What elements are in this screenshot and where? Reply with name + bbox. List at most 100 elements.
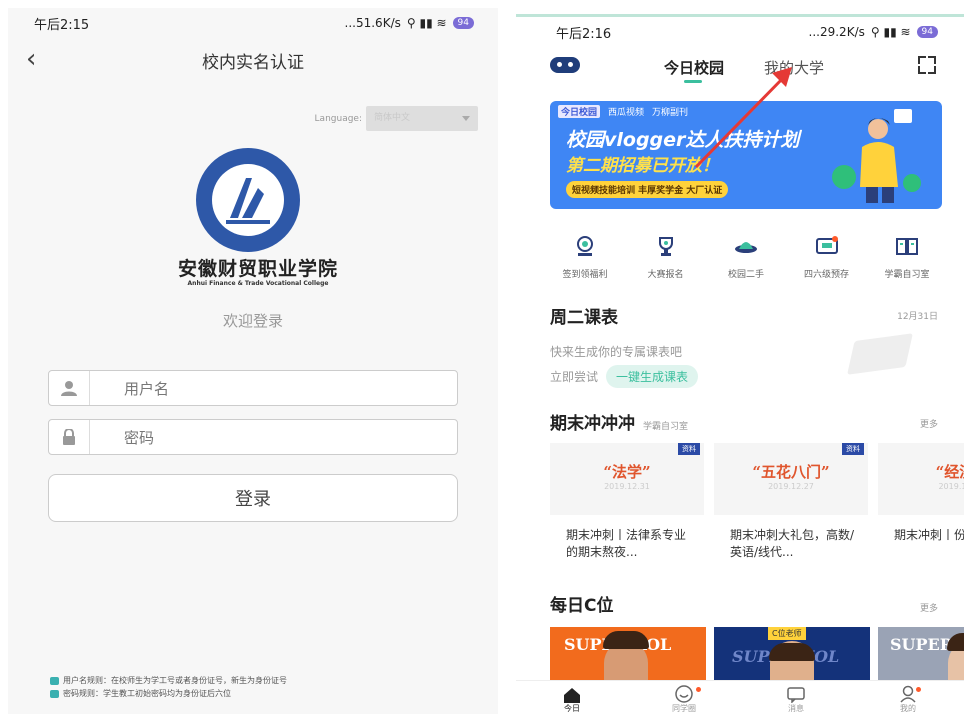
info-icon bbox=[50, 676, 59, 685]
exam-card[interactable]: 资料 “五花八门” 2019.12.27 期末冲刺大礼包，高数/英语/线代... bbox=[714, 443, 868, 569]
lock-icon bbox=[49, 420, 90, 454]
college-name-cn: 安徽财贸职业学院 bbox=[177, 258, 338, 280]
annotation-arrow bbox=[694, 67, 792, 169]
trophy-icon bbox=[627, 233, 705, 259]
card-description: 期末冲刺大礼包，高数/英语/线代... bbox=[730, 528, 855, 559]
battery-icon: 94 bbox=[452, 17, 474, 29]
tab-label: 我的 bbox=[900, 704, 916, 713]
checkin-icon bbox=[546, 233, 624, 259]
banner-tagline: 短视频技能培训 丰厚奖学金 大厂认证 bbox=[566, 181, 729, 198]
schedule-illustration bbox=[847, 333, 913, 375]
screen-icon bbox=[788, 233, 866, 259]
profile-icon bbox=[852, 681, 964, 703]
language-select[interactable]: 简体中文 bbox=[366, 106, 478, 131]
banner-brand: 西瓜视频 bbox=[608, 108, 645, 118]
card-date: 2019.12.27 bbox=[768, 482, 814, 491]
generate-schedule-button[interactable]: 一键生成课表 bbox=[606, 365, 699, 388]
quick-secondhand[interactable]: 校园二手 bbox=[707, 233, 785, 280]
tab-classmates[interactable]: 同学圈 bbox=[628, 681, 740, 721]
battery-icon: 94 bbox=[916, 26, 938, 38]
video-label: SUPER bbox=[890, 635, 954, 654]
back-arrow-icon[interactable]: ‹ bbox=[26, 44, 36, 74]
quick-icons: 签到领福利 大赛报名 校园二手 四六级预存 学霸自习室 bbox=[546, 233, 946, 280]
campus-home-screen: 午后2:16 ...29.2K/s ⚲ ▮▮ ≋ 94 今日校园 我的大学 今日… bbox=[516, 14, 964, 721]
login-button[interactable]: 登录 bbox=[48, 474, 458, 522]
quick-label: 四六级预存 bbox=[803, 270, 849, 280]
exam-card[interactable]: 资料 “经济 2019.12 期末冲刺丨份资料，经 bbox=[878, 443, 964, 569]
screen-divider bbox=[500, 0, 514, 718]
user-icon bbox=[49, 371, 90, 405]
language-selector-row: Language: 简体中文 bbox=[315, 106, 478, 131]
card-tag: 资料 bbox=[678, 443, 700, 455]
card-tag: 资料 bbox=[842, 443, 864, 455]
logo-emblem bbox=[196, 148, 300, 252]
quick-label: 签到领福利 bbox=[562, 270, 608, 280]
card-description: 期末冲刺丨份资料，经 bbox=[894, 528, 964, 542]
home-icon bbox=[516, 681, 628, 703]
college-name-en: Anhui Finance & Trade Vocational College bbox=[187, 280, 329, 287]
quick-label: 大赛报名 bbox=[647, 270, 684, 280]
tab-profile[interactable]: 我的 bbox=[852, 681, 964, 721]
schedule-hint: 快来生成你的专属课表吧 bbox=[550, 345, 683, 359]
password-rule: 密码规则：学生教工初始密码均为身份证后六位 bbox=[63, 689, 231, 698]
status-bar: 午后2:16 ...29.2K/s ⚲ ▮▮ ≋ 94 bbox=[516, 17, 964, 47]
card-title: “经济 bbox=[935, 463, 964, 481]
daily-c-title: 每日C位 bbox=[550, 596, 614, 616]
schedule-title: 周二课表 bbox=[550, 308, 618, 328]
username-rule: 用户名规则：在校师生为学工号或者身份证号，新生为身份证号 bbox=[63, 676, 287, 685]
chevron-down-icon bbox=[462, 116, 470, 121]
tab-label: 同学圈 bbox=[672, 704, 696, 713]
quick-cet[interactable]: 四六级预存 bbox=[788, 233, 866, 280]
scan-icon[interactable] bbox=[918, 56, 936, 74]
vlogger-illustration bbox=[832, 109, 921, 203]
username-field[interactable]: 用户名 bbox=[48, 370, 458, 406]
network-speed: ...29.2K/s bbox=[808, 25, 865, 39]
exam-cards: 资料 “法学” 2019.12.31 期末冲刺丨法律系专业的期末熬夜... 资料… bbox=[550, 443, 964, 569]
page-title: 校内实名认证 bbox=[202, 52, 304, 73]
language-label: Language: bbox=[314, 113, 362, 124]
info-icon bbox=[50, 689, 59, 698]
quick-study-room[interactable]: 学霸自习室 bbox=[868, 233, 946, 280]
status-time: 午后2:16 bbox=[556, 26, 612, 42]
smile-icon bbox=[628, 681, 740, 703]
exam-card[interactable]: 资料 “法学” 2019.12.31 期末冲刺丨法律系专业的期末熬夜... bbox=[550, 443, 704, 569]
quick-label: 学霸自习室 bbox=[884, 270, 930, 280]
password-placeholder: 密码 bbox=[124, 428, 155, 447]
login-screen: 午后2:15 ...51.6K/s ⚲ ▮▮ ≋ 94 ‹ 校内实名认证 Lan… bbox=[8, 8, 498, 714]
tab-label: 消息 bbox=[788, 704, 804, 713]
card-description: 期末冲刺丨法律系专业的期末熬夜... bbox=[566, 528, 687, 559]
exam-section-subtitle: 学霸自习室 bbox=[643, 422, 689, 432]
try-now-label: 立即尝试 bbox=[550, 370, 599, 384]
quick-checkin[interactable]: 签到领福利 bbox=[546, 233, 624, 280]
username-placeholder: 用户名 bbox=[124, 379, 170, 398]
bottom-tab-bar: 今日 同学圈 消息 我的 bbox=[516, 680, 964, 721]
exam-section-title: 期末冲冲冲 学霸自习室 bbox=[550, 414, 689, 434]
exam-more-link[interactable]: 更多 bbox=[920, 417, 938, 430]
password-field[interactable]: 密码 bbox=[48, 419, 458, 455]
banner-brand: 今日校园 bbox=[558, 105, 601, 118]
daily-more-link[interactable]: 更多 bbox=[920, 601, 938, 614]
tab-messages[interactable]: 消息 bbox=[740, 681, 852, 721]
robot-assistant-icon[interactable] bbox=[550, 57, 580, 73]
notification-dot bbox=[916, 687, 921, 692]
status-time: 午后2:15 bbox=[34, 17, 90, 33]
quick-contest[interactable]: 大赛报名 bbox=[627, 233, 705, 280]
language-value: 简体中文 bbox=[374, 113, 411, 123]
book-icon bbox=[868, 233, 946, 259]
quick-label: 校园二手 bbox=[727, 270, 764, 280]
nav-bar: ‹ 校内实名认证 bbox=[8, 38, 498, 82]
message-icon bbox=[740, 681, 852, 703]
status-bar: 午后2:15 ...51.6K/s ⚲ ▮▮ ≋ 94 bbox=[8, 8, 498, 38]
login-rules: 用户名规则：在校师生为学工号或者身份证号，新生为身份证号 密码规则：学生教工初始… bbox=[50, 674, 287, 700]
tab-home[interactable]: 今日 bbox=[516, 681, 628, 721]
card-date: 2019.12.31 bbox=[604, 482, 650, 491]
tab-label: 今日 bbox=[564, 704, 580, 713]
hat-icon bbox=[707, 233, 785, 259]
card-date: 2019.12 bbox=[938, 482, 964, 491]
network-speed: ...51.6K/s bbox=[344, 16, 401, 30]
signal-icon: ⚲ ▮▮ ≋ bbox=[406, 16, 447, 30]
video-tag: C位老师 bbox=[768, 627, 806, 640]
notification-dot bbox=[696, 687, 701, 692]
welcome-text: 欢迎登录 bbox=[222, 312, 283, 330]
schedule-date: 12月31日 bbox=[897, 312, 938, 322]
